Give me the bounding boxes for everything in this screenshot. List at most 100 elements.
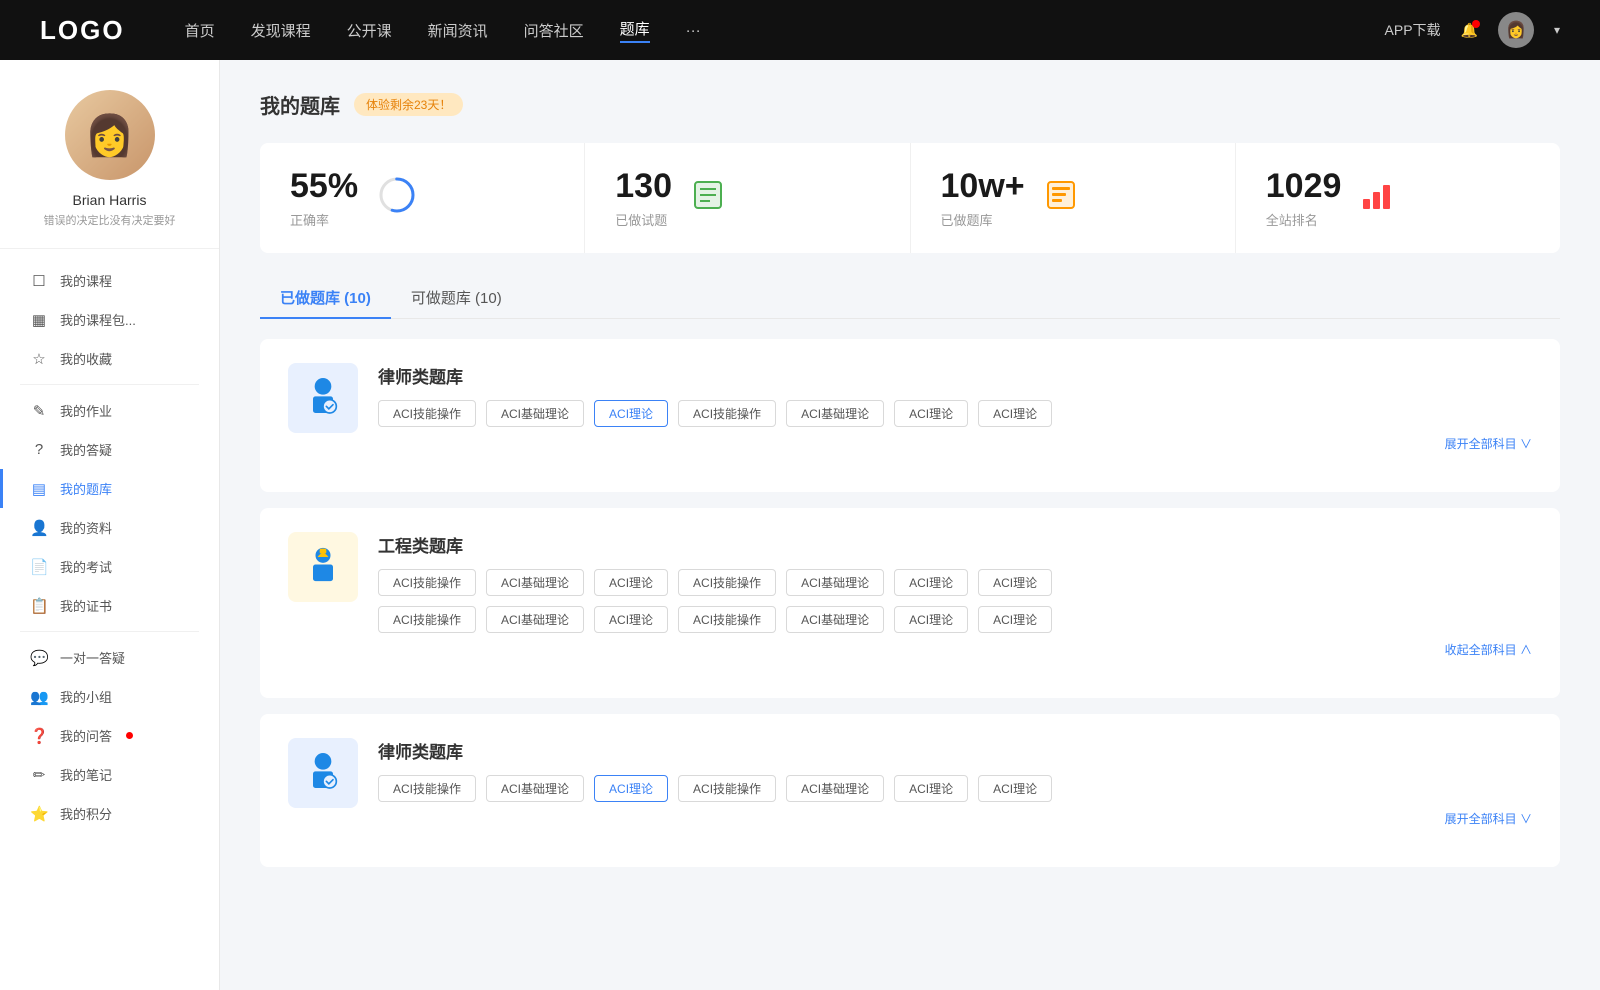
accuracy-icon [378, 176, 416, 221]
tag-item[interactable]: ACI基础理论 [486, 400, 584, 427]
tag-item[interactable]: ACI理论 [978, 400, 1052, 427]
sidebar-item-label: 我的证书 [60, 596, 112, 615]
tag-item[interactable]: ACI理论 [894, 569, 968, 596]
sidebar-item-label: 一对一答疑 [60, 648, 125, 667]
nav-more[interactable]: ··· [686, 22, 701, 39]
sidebar-item-1on1[interactable]: 💬 一对一答疑 [0, 638, 219, 677]
tags-row-3: ACI技能操作 ACI基础理论 ACI理论 ACI技能操作 ACI基础理论 AC… [378, 775, 1532, 802]
tags-row-1: ACI技能操作 ACI基础理论 ACI理论 ACI技能操作 ACI基础理论 AC… [378, 400, 1532, 427]
tag-item[interactable]: ACI基础理论 [786, 775, 884, 802]
qbank-info-1: 律师类题库 ACI技能操作 ACI基础理论 ACI理论 ACI技能操作 ACI基… [378, 363, 1532, 452]
nav-news[interactable]: 新闻资讯 [428, 20, 488, 41]
done-questions-icon [692, 179, 724, 218]
tag-item[interactable]: ACI基础理论 [486, 775, 584, 802]
tag-item[interactable]: ACI技能操作 [678, 606, 776, 633]
sidebar-item-qbank[interactable]: ▤ 我的题库 [0, 469, 219, 508]
notification-bell[interactable]: 🔔 [1461, 22, 1478, 39]
tag-item[interactable]: ACI基础理论 [486, 569, 584, 596]
trial-badge: 体验剩余23天！ [354, 93, 463, 116]
stat-done-banks: 10w+ 已做题库 [911, 143, 1236, 253]
tag-item-active[interactable]: ACI理论 [594, 775, 668, 802]
nav-opencourse[interactable]: 公开课 [347, 20, 392, 41]
group-icon: 👥 [30, 688, 48, 706]
qbank-info-3: 律师类题库 ACI技能操作 ACI基础理论 ACI理论 ACI技能操作 ACI基… [378, 738, 1532, 827]
sidebar-item-certificate[interactable]: 📋 我的证书 [0, 586, 219, 625]
tag-item[interactable]: ACI技能操作 [678, 775, 776, 802]
sidebar-item-label: 我的收藏 [60, 349, 112, 368]
done-banks-icon [1045, 179, 1077, 218]
qbank-card-3: 律师类题库 ACI技能操作 ACI基础理论 ACI理论 ACI技能操作 ACI基… [260, 714, 1560, 867]
sidebar-item-course[interactable]: ☐ 我的课程 [0, 261, 219, 300]
sidebar-item-myqa[interactable]: ❓ 我的问答 [0, 716, 219, 755]
tag-item[interactable]: ACI理论 [894, 606, 968, 633]
tag-item[interactable]: ACI基础理论 [486, 606, 584, 633]
tag-item[interactable]: ACI技能操作 [378, 569, 476, 596]
stat-accuracy: 55% 正确率 [260, 143, 585, 253]
tag-item[interactable]: ACI理论 [594, 569, 668, 596]
sidebar-item-label: 我的课程 [60, 271, 112, 290]
sidebar-item-label: 我的考试 [60, 557, 112, 576]
stat-rank: 1029 全站排名 [1236, 143, 1560, 253]
qbank-title-2: 工程类题库 [378, 532, 1532, 557]
logo[interactable]: LOGO [40, 15, 125, 46]
sidebar-item-course-package[interactable]: ▦ 我的课程包... [0, 300, 219, 339]
nav-discover[interactable]: 发现课程 [251, 20, 311, 41]
sidebar-item-homework[interactable]: ✎ 我的作业 [0, 391, 219, 430]
tag-item[interactable]: ACI技能操作 [678, 569, 776, 596]
qbank-icon-lawyer-1 [288, 363, 358, 433]
chevron-down-icon[interactable]: ▾ [1554, 23, 1560, 37]
avatar-image: 👩 [65, 90, 155, 180]
qbank-icon: ▤ [30, 480, 48, 498]
tab-done[interactable]: 已做题库 (10) [260, 277, 391, 318]
sidebar-item-label: 我的答疑 [60, 440, 112, 459]
qbank-icon-engineer [288, 532, 358, 602]
tag-item[interactable]: ACI技能操作 [378, 606, 476, 633]
tag-item[interactable]: ACI理论 [894, 400, 968, 427]
sidebar-item-points[interactable]: ⭐ 我的积分 [0, 794, 219, 833]
sidebar-item-exam[interactable]: 📄 我的考试 [0, 547, 219, 586]
tag-item[interactable]: ACI理论 [978, 606, 1052, 633]
collapse-link-2[interactable]: 收起全部科目 ∧ [378, 641, 1532, 658]
page-wrap: 👩 Brian Harris 错误的决定比没有决定要好 ☐ 我的课程 ▦ 我的课… [0, 60, 1600, 990]
tag-item[interactable]: ACI理论 [894, 775, 968, 802]
qbank-title-1: 律师类题库 [378, 363, 1532, 388]
tag-item[interactable]: ACI基础理论 [786, 606, 884, 633]
tag-item[interactable]: ACI理论 [978, 569, 1052, 596]
nav-home[interactable]: 首页 [185, 20, 215, 41]
nav-qa[interactable]: 问答社区 [524, 20, 584, 41]
chat-icon: 💬 [30, 649, 48, 667]
app-download[interactable]: APP下载 [1385, 20, 1441, 40]
question-icon: ❓ [30, 727, 48, 745]
tag-item[interactable]: ACI基础理论 [786, 569, 884, 596]
sidebar-item-favorites[interactable]: ☆ 我的收藏 [0, 339, 219, 378]
qbank-card-1: 律师类题库 ACI技能操作 ACI基础理论 ACI理论 ACI技能操作 ACI基… [260, 339, 1560, 492]
star-icon: ☆ [30, 350, 48, 368]
sidebar-divider-2 [20, 631, 199, 632]
sidebar-item-qa[interactable]: ? 我的答疑 [0, 430, 219, 469]
sidebar-item-group[interactable]: 👥 我的小组 [0, 677, 219, 716]
exam-icon: 📄 [30, 558, 48, 576]
tag-item[interactable]: ACI理论 [594, 606, 668, 633]
rank-icon [1361, 179, 1393, 218]
expand-link-1[interactable]: 展开全部科目 ∨ [378, 435, 1532, 452]
tag-item[interactable]: ACI理论 [978, 775, 1052, 802]
qbank-title-3: 律师类题库 [378, 738, 1532, 763]
tag-item[interactable]: ACI技能操作 [378, 400, 476, 427]
sidebar-item-label: 我的资料 [60, 518, 112, 537]
stat-value: 10w+ 已做题库 [941, 167, 1025, 229]
tag-item[interactable]: ACI基础理论 [786, 400, 884, 427]
avatar[interactable]: 👩 [1498, 12, 1534, 48]
tag-item-active[interactable]: ACI理论 [594, 400, 668, 427]
sidebar-item-notes[interactable]: ✏ 我的笔记 [0, 755, 219, 794]
tab-available[interactable]: 可做题库 (10) [391, 277, 522, 318]
main-nav: 首页 发现课程 公开课 新闻资讯 问答社区 题库 ··· [185, 18, 1385, 43]
navbar-right: APP下载 🔔 👩 ▾ [1385, 12, 1560, 48]
tag-item[interactable]: ACI技能操作 [378, 775, 476, 802]
nav-qbank[interactable]: 题库 [620, 18, 650, 43]
sidebar-item-profile[interactable]: 👤 我的资料 [0, 508, 219, 547]
qbank-card-2: 工程类题库 ACI技能操作 ACI基础理论 ACI理论 ACI技能操作 ACI基… [260, 508, 1560, 698]
profile-avatar: 👩 [65, 90, 155, 180]
tag-item[interactable]: ACI技能操作 [678, 400, 776, 427]
expand-link-3[interactable]: 展开全部科目 ∨ [378, 810, 1532, 827]
tags-row-2b: ACI技能操作 ACI基础理论 ACI理论 ACI技能操作 ACI基础理论 AC… [378, 606, 1532, 633]
